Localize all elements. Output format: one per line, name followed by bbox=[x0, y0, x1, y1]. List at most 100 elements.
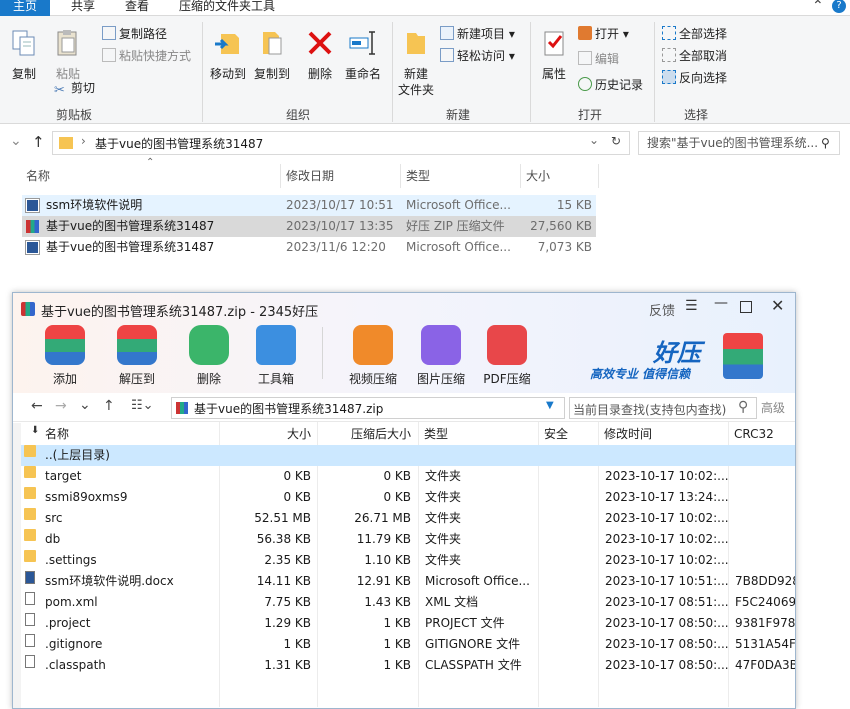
edit-button[interactable]: 编辑 bbox=[578, 49, 619, 69]
help-icon[interactable]: ? bbox=[832, 0, 846, 13]
archive-path-box[interactable]: 基于vue的图书管理系统31487.zip ▼ bbox=[171, 397, 565, 419]
archive-row[interactable]: .project 1.29 KB 1 KB PROJECT 文件 2023-10-17 … bbox=[21, 613, 796, 634]
paste-shortcut-button[interactable]: 粘贴快捷方式 bbox=[102, 46, 191, 66]
ribbon-separator bbox=[392, 22, 393, 122]
chevron-down-icon[interactable]: ⌄ bbox=[10, 133, 22, 149]
address-dropdown-icon[interactable]: ⌄ bbox=[589, 133, 599, 147]
search-input[interactable]: 搜索"基于vue的图书管理系统... ⚲ bbox=[638, 131, 840, 155]
hz-col-size[interactable]: 大小 bbox=[223, 423, 311, 445]
file-row[interactable]: 基于vue的图书管理系统31487 2023/10/17 13:35 好压 ZI… bbox=[22, 216, 596, 237]
easy-access-button[interactable]: 轻松访问 ▾ bbox=[440, 46, 515, 66]
tab-view[interactable]: 查看 bbox=[112, 0, 162, 16]
close-icon[interactable]: ✕ bbox=[771, 296, 784, 315]
row-name: pom.xml bbox=[45, 595, 98, 609]
col-name-header[interactable]: 名称 bbox=[26, 166, 50, 188]
new-folder-button[interactable]: 新建 文件夹 bbox=[396, 28, 436, 98]
archive-row[interactable]: ..(上层目录) bbox=[21, 445, 795, 466]
row-packed: 26.71 MB bbox=[354, 511, 411, 525]
copy-path-button[interactable]: 复制路径 bbox=[102, 24, 167, 44]
row-name: src bbox=[45, 511, 63, 525]
up-level-icon[interactable]: ↑ bbox=[103, 398, 115, 414]
menu-icon[interactable]: ☰ bbox=[685, 298, 698, 314]
history-dropdown-icon[interactable]: ⌄ bbox=[79, 397, 91, 413]
pdf-compress-button[interactable]: PDF压缩 bbox=[477, 325, 537, 387]
col-date-header[interactable]: 修改日期 bbox=[286, 166, 334, 188]
paste-button[interactable]: 粘贴 bbox=[48, 28, 88, 82]
copy-to-button[interactable]: 复制到 bbox=[250, 28, 294, 82]
hz-col-security[interactable]: 安全 bbox=[544, 423, 568, 445]
archive-row[interactable]: target 0 KB 0 KB 文件夹 2023-10-17 10:02:... bbox=[21, 466, 795, 487]
tab-home[interactable]: 主页 bbox=[0, 0, 50, 16]
archive-row[interactable]: ssmi89oxms9 0 KB 0 KB 文件夹 2023-10-17 13:24:.… bbox=[21, 487, 795, 508]
image-compress-button[interactable]: 图片压缩 bbox=[411, 325, 471, 387]
chevron-up-icon[interactable]: ⌃ bbox=[812, 0, 824, 14]
file-icon bbox=[25, 592, 35, 605]
video-compress-button[interactable]: 视频压缩 bbox=[343, 325, 403, 387]
hz-col-mtime[interactable]: 修改时间 bbox=[604, 423, 652, 445]
open-button[interactable]: 打开 ▾ bbox=[578, 24, 629, 44]
archive-row[interactable]: .gitignore 1 KB 1 KB GITIGNORE 文件 2023-10-17… bbox=[21, 634, 795, 655]
hz-col-name[interactable]: 名称 bbox=[45, 423, 69, 445]
select-none-button[interactable]: 全部取消 bbox=[662, 46, 727, 66]
column-divider[interactable] bbox=[400, 164, 401, 188]
feedback-link[interactable]: 反馈 bbox=[649, 300, 675, 319]
copy-button[interactable]: 复制 bbox=[4, 28, 44, 82]
column-divider[interactable] bbox=[598, 164, 599, 188]
select-all-button[interactable]: 全部选择 bbox=[662, 24, 727, 44]
file-row[interactable]: ssm环境软件说明 2023/10/17 10:51 Microsoft Off… bbox=[22, 195, 596, 216]
hz-col-packed[interactable]: 压缩后大小 bbox=[321, 423, 411, 445]
extract-to-button[interactable]: 解压到 bbox=[107, 325, 167, 387]
archive-row[interactable]: .classpath 1.31 KB 1 KB CLASSPATH 文件 2023-10… bbox=[21, 655, 795, 676]
cut-button[interactable]: ✂ 剪切 bbox=[54, 78, 95, 98]
col-size-header[interactable]: 大小 bbox=[526, 166, 550, 188]
hz-col-type[interactable]: 类型 bbox=[424, 423, 448, 445]
hz-delete-button[interactable]: 删除 bbox=[179, 325, 239, 387]
archive-row[interactable]: ssm环境软件说明.docx 14.11 KB 12.91 KB Microsoft … bbox=[21, 571, 795, 592]
new-item-button[interactable]: 新建项目 ▾ bbox=[440, 24, 515, 44]
path-dropdown-icon[interactable]: ▼ bbox=[546, 400, 554, 411]
window-title: 基于vue的图书管理系统31487.zip - 2345好压 bbox=[41, 305, 319, 320]
rename-button[interactable]: 重命名 bbox=[340, 28, 386, 82]
maximize-icon[interactable] bbox=[740, 301, 752, 313]
search-icon: ⚲ bbox=[738, 399, 749, 415]
archive-row[interactable]: .settings 2.35 KB 1.10 KB 文件夹 2023-10-17 10:… bbox=[21, 550, 795, 571]
archive-row[interactable]: db 56.38 KB 11.79 KB 文件夹 2023-10-17 10:02:..… bbox=[21, 529, 795, 550]
move-to-button[interactable]: 移动到 bbox=[206, 28, 250, 82]
breadcrumb[interactable]: 基于vue的图书管理系统31487 bbox=[95, 135, 263, 152]
haozip-window: 基于vue的图书管理系统31487.zip - 2345好压 反馈 ☰ — ✕ … bbox=[12, 292, 796, 709]
up-arrow-icon[interactable]: ↑ bbox=[32, 133, 45, 151]
view-mode-icon[interactable]: ☷⌄ bbox=[131, 398, 154, 413]
col-type-header[interactable]: 类型 bbox=[406, 166, 430, 188]
minimize-icon[interactable]: — bbox=[714, 295, 728, 311]
archive-row[interactable]: src 52.51 MB 26.71 MB 文件夹 2023-10-17 10:02:.… bbox=[21, 508, 795, 529]
scissors-icon: ✂ bbox=[54, 83, 65, 98]
refresh-icon[interactable]: ↻ bbox=[611, 134, 621, 148]
file-row[interactable]: 基于vue的图书管理系统31487 2023/11/6 12:20 Micros… bbox=[22, 237, 596, 258]
add-button[interactable]: 添加 bbox=[35, 325, 95, 387]
back-arrow-icon[interactable]: ← bbox=[31, 398, 43, 414]
row-crc32: 9381F978 bbox=[735, 616, 796, 630]
row-packed: 0 KB bbox=[383, 490, 411, 504]
delete-button[interactable]: 删除 bbox=[300, 28, 340, 82]
invert-selection-button[interactable]: 反向选择 bbox=[662, 68, 727, 88]
address-bar[interactable]: › 基于vue的图书管理系统31487 ⌄ ↻ bbox=[52, 131, 630, 155]
file-icon bbox=[25, 613, 35, 626]
advanced-search-link[interactable]: 高级 bbox=[761, 399, 785, 416]
properties-button[interactable]: 属性 bbox=[534, 28, 574, 82]
organize-group-label: 组织 bbox=[286, 108, 311, 122]
folder-icon bbox=[24, 487, 36, 499]
forward-arrow-icon[interactable]: → bbox=[55, 398, 67, 414]
row-packed: 0 KB bbox=[383, 469, 411, 483]
row-name: .gitignore bbox=[45, 637, 103, 651]
hz-col-crc32[interactable]: CRC32 bbox=[734, 423, 774, 445]
toolbox-button[interactable]: 工具箱 bbox=[246, 325, 306, 387]
tab-share[interactable]: 共享 bbox=[58, 0, 108, 16]
copy-to-icon bbox=[263, 32, 282, 55]
column-divider[interactable] bbox=[280, 164, 281, 188]
archive-search-input[interactable]: 当前目录查找(支持包内查找) ⚲ bbox=[569, 397, 757, 419]
archive-row[interactable]: pom.xml 7.75 KB 1.43 KB XML 文档 2023-10-17 08… bbox=[21, 592, 795, 613]
row-packed: 1 KB bbox=[383, 616, 411, 630]
column-divider[interactable] bbox=[520, 164, 521, 188]
tab-compressed-folder-tools[interactable]: 压缩的文件夹工具 bbox=[170, 0, 284, 16]
history-button[interactable]: 历史记录 bbox=[578, 75, 643, 95]
